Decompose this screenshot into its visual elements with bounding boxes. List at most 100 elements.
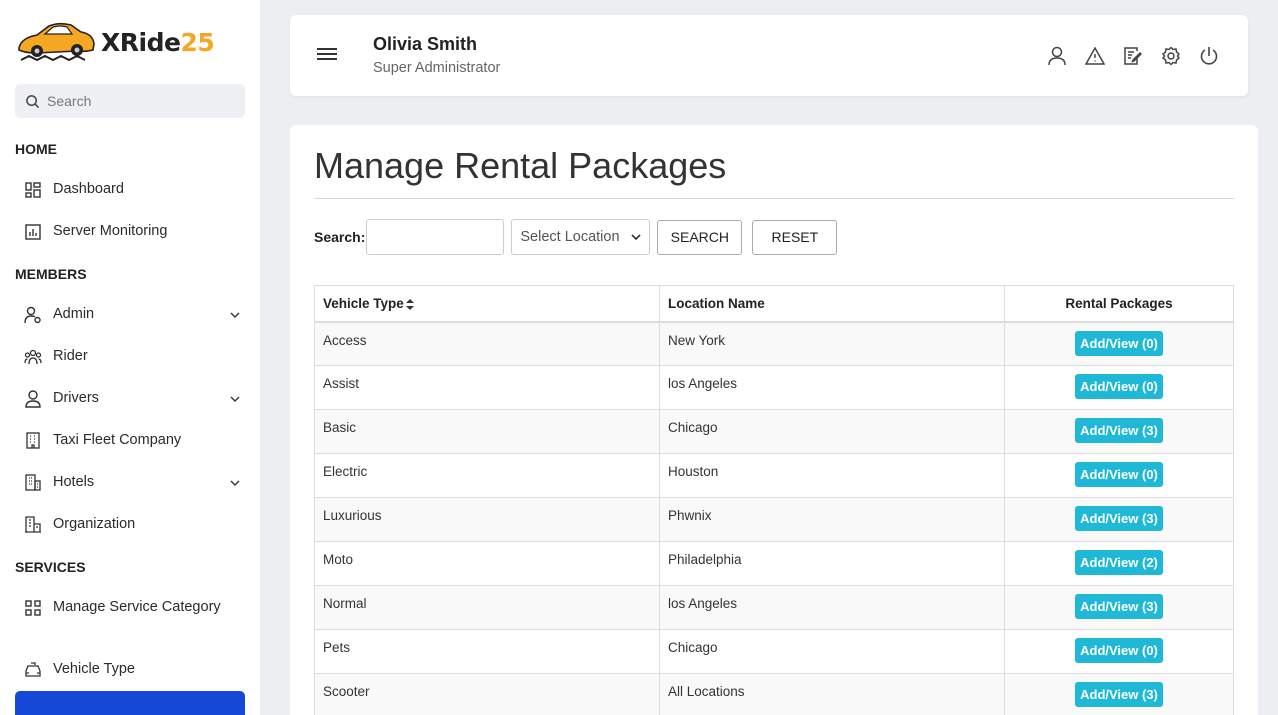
users-icon [13,349,53,365]
location-cell: All Locations [659,673,1005,715]
reset-button[interactable]: RESET [752,219,838,255]
vehicle-type-cell: Electric [314,453,660,498]
sidebar-item-manage-service-category[interactable]: Manage Service Category [15,597,245,618]
warning-icon[interactable] [1084,45,1106,67]
sidebar-item-vehicle-type[interactable]: Vehicle Type [15,659,245,680]
sidebar-item-dashboard[interactable]: Dashboard [15,179,245,200]
action-cell: Add/View (3) [1004,497,1234,542]
location-cell: Philadelphia [659,541,1005,586]
section-services: SERVICES [15,559,86,575]
location-cell: los Angeles [659,585,1005,630]
location-select-value: Select Location [520,229,620,245]
location-cell: Phwnix [659,497,1005,542]
taxi-icon [13,661,53,678]
vehicle-type-cell: Assist [314,365,660,410]
brand-name: XRide25 [101,27,215,57]
action-cell: Add/View (0) [1004,365,1234,410]
page-title: Manage Rental Packages [314,145,727,186]
search-icon [26,94,40,108]
location-cell: Chicago [659,409,1005,454]
action-cell: Add/View (0) [1004,453,1234,498]
top-header: Olivia Smith Super Administrator [290,15,1248,96]
chevron-down-icon [225,312,245,318]
vehicle-type-cell: Luxurious [314,497,660,542]
table-header-row: Vehicle Type Location Name Rental Packag… [314,285,1234,323]
sidebar-item-hotels[interactable]: Hotels [15,472,245,493]
user-gear-icon [13,306,53,324]
category-icon [13,599,53,616]
sidebar-item-label: Vehicle Type [53,661,135,677]
add-view-button[interactable]: Add/View (0) [1075,374,1163,399]
table-row: Assist los Angeles Add/View (0) [314,365,1234,410]
table-row: Scooter All Locations Add/View (3) [314,673,1234,715]
sidebar-item-drivers[interactable]: Drivers [15,388,245,409]
chevron-down-icon [631,234,641,240]
column-header-vehicle-type[interactable]: Vehicle Type [314,285,660,323]
add-view-button[interactable]: Add/View (0) [1075,330,1163,356]
section-home: HOME [15,141,57,157]
vehicle-type-cell: Normal [314,585,660,630]
filter-label: Search: [314,229,366,245]
add-view-button[interactable]: Add/View (3) [1075,506,1163,531]
add-view-button[interactable]: Add/View (3) [1075,418,1163,443]
action-cell: Add/View (0) [1004,321,1234,366]
driver-icon [13,389,53,408]
search-button[interactable]: SEARCH [657,219,743,255]
add-view-button[interactable]: Add/View (3) [1075,682,1163,707]
vehicle-type-cell: Access [314,321,660,366]
sidebar-item-taxi-fleet-company[interactable]: Taxi Fleet Company [15,430,245,451]
table-row: Luxurious Phwnix Add/View (3) [314,497,1234,542]
action-cell: Add/View (0) [1004,629,1234,674]
table-row: Pets Chicago Add/View (0) [314,629,1234,674]
header-actions [1046,45,1220,67]
building-icon [13,432,53,449]
sidebar-item-organization[interactable]: Organization [15,514,245,535]
sidebar: XRide25 Search HOME Dashboard Server Mon… [0,0,260,715]
column-header-rental-packages: Rental Packages [1004,285,1234,323]
power-icon[interactable] [1198,45,1220,67]
sidebar-item-label: Admin [53,306,95,322]
location-cell: New York [659,321,1005,366]
edit-note-icon[interactable] [1122,45,1144,67]
column-header-location-name: Location Name [659,285,1005,323]
vehicle-type-cell: Pets [314,629,660,674]
sidebar-item-active[interactable] [15,691,245,715]
sidebar-item-label: Drivers [53,390,99,406]
settings-icon[interactable] [1160,45,1182,67]
sidebar-item-label: Manage Service Category [53,599,221,615]
vehicle-type-cell: Scooter [314,673,660,715]
car-logo-icon [18,22,95,62]
add-view-button[interactable]: Add/View (3) [1075,594,1163,619]
menu-toggle-icon[interactable] [317,48,337,62]
title-divider [314,198,1234,199]
filter-bar: Search: Select Location SEARCH RESET [314,219,838,255]
add-view-button[interactable]: Add/View (2) [1075,550,1163,575]
sidebar-item-rider[interactable]: Rider [15,346,245,367]
main-content: Manage Rental Packages Search: Select Lo… [290,125,1258,715]
add-view-button[interactable]: Add/View (0) [1075,462,1163,487]
table-row: Normal los Angeles Add/View (3) [314,585,1234,630]
table-row: Moto Philadelphia Add/View (2) [314,541,1234,586]
user-name: Olivia Smith [373,34,478,54]
table-row: Access New York Add/View (0) [314,321,1234,366]
grid-icon [13,181,53,198]
search-placeholder: Search [47,93,92,109]
location-select[interactable]: Select Location [511,219,651,255]
organization-icon [13,516,53,533]
sidebar-search[interactable]: Search [15,84,245,118]
add-view-button[interactable]: Add/View (0) [1075,638,1163,663]
location-cell: los Angeles [659,365,1005,410]
chevron-down-icon [225,480,245,486]
profile-icon[interactable] [1046,45,1068,67]
sidebar-item-label: Taxi Fleet Company [53,432,182,448]
sort-icon[interactable] [405,298,414,310]
sidebar-item-admin[interactable]: Admin [15,304,245,325]
search-input[interactable] [366,219,505,255]
logo[interactable]: XRide25 [15,18,215,66]
location-cell: Chicago [659,629,1005,674]
vehicle-type-cell: Basic [314,409,660,454]
hotel-icon [13,474,53,491]
action-cell: Add/View (2) [1004,541,1234,586]
sidebar-item-label: Organization [53,516,136,532]
sidebar-item-server-monitoring[interactable]: Server Monitoring [15,221,245,242]
